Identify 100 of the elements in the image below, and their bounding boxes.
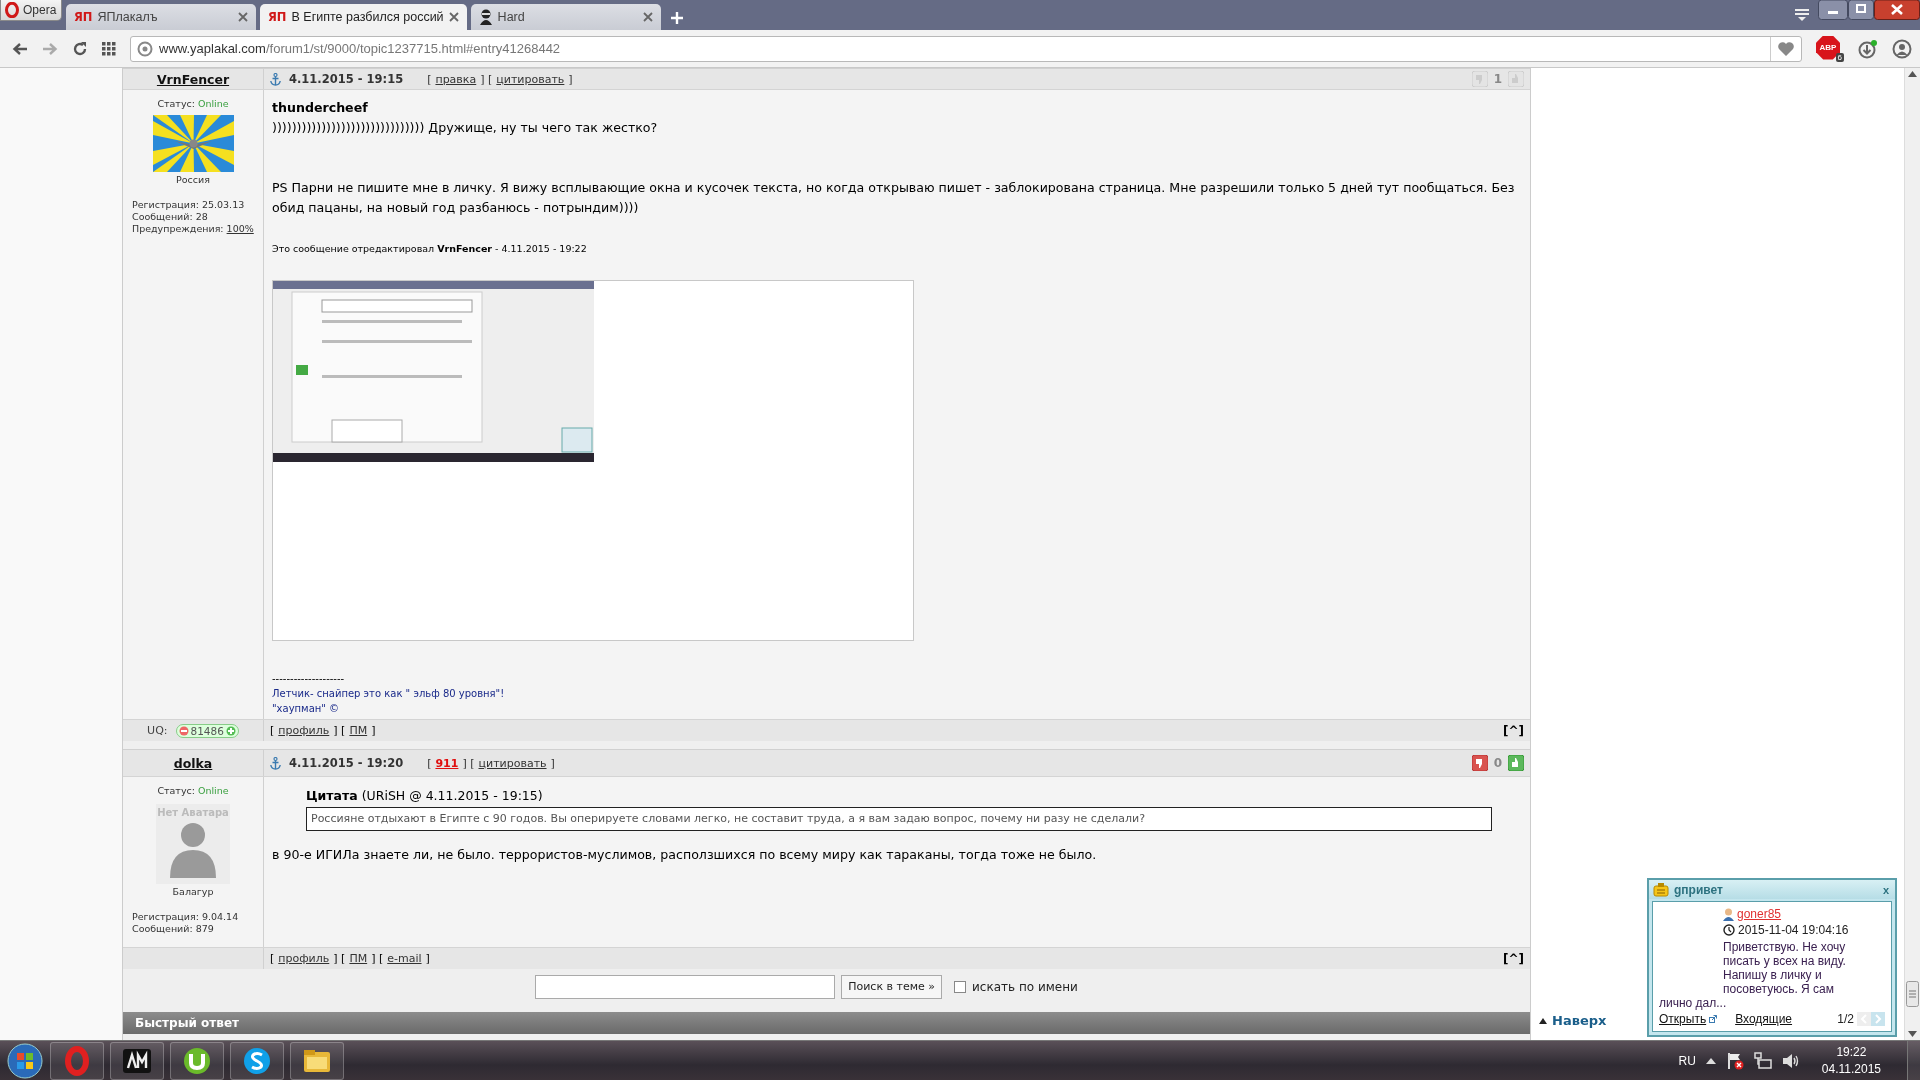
minus-icon[interactable]: [178, 725, 189, 736]
bracket: [: [270, 724, 275, 737]
inbox-link[interactable]: Входящие: [1735, 1012, 1793, 1026]
vote-count: 1: [1493, 72, 1502, 86]
taskbar-app-button[interactable]: [290, 1042, 344, 1080]
external-link-icon: [1709, 1015, 1718, 1023]
quote-source: Цитата (URiSH @ 4.11.2015 - 19:15): [306, 787, 544, 805]
post-link[interactable]: ПМ: [349, 724, 368, 737]
site-logo: ЯП: [268, 10, 287, 24]
message-time: 2015-11-04 19:04:16: [1738, 922, 1849, 938]
action-center-icon[interactable]: [1725, 1052, 1744, 1070]
status-label: Статус:: [157, 785, 196, 796]
user-rank: Россия: [176, 174, 210, 185]
bracket: ]: [568, 72, 573, 86]
address-field[interactable]: www.yaplakal.com/forum1/st/9000/topic1237715.html#entry41268442: [130, 35, 1802, 62]
user-rank: Балагур: [172, 886, 214, 897]
close-icon[interactable]: [1874, 0, 1920, 20]
user-icon: [1723, 907, 1734, 921]
clock[interactable]: 19:22 04.11.2015: [1821, 1044, 1881, 1078]
back-to-top-link[interactable]: [^]: [1502, 951, 1524, 966]
browser-tab[interactable]: ЯП ЯПлакалъ: [66, 4, 256, 30]
checkbox[interactable]: [954, 980, 966, 993]
signature-text: Летчик- снайпер это как " эльф 80 уровня"!: [272, 687, 506, 701]
post-link[interactable]: цитировать: [478, 756, 547, 770]
site-logo: ЯП: [74, 10, 93, 24]
post-link[interactable]: цитировать: [496, 72, 565, 86]
scroll-up-icon[interactable]: [1908, 71, 1917, 77]
post-date: 4.11.2015 - 19:15: [289, 72, 404, 86]
user-stat: Регистрация: 9.04.14: [132, 911, 239, 922]
post-link[interactable]: e-mail: [387, 952, 422, 965]
volume-icon[interactable]: [1781, 1052, 1800, 1070]
user-stat: Сообщений: 879: [132, 923, 214, 934]
bracket: [: [270, 952, 275, 965]
back-icon[interactable]: [12, 41, 28, 56]
reload-icon[interactable]: [72, 40, 88, 57]
taskbar-app-button[interactable]: [110, 1042, 164, 1080]
post-link[interactable]: правка: [435, 72, 477, 86]
speed-dial-icon[interactable]: [102, 41, 116, 56]
user-stat: Сообщений: 28: [132, 211, 208, 222]
scrollbar[interactable]: [1904, 68, 1920, 1040]
post-link[interactable]: профиль: [278, 724, 330, 737]
message-text: в 90-е ИГИЛа знаете ли, не было. террористов-муслимов, расползшихся по всему миру как тараканы, тогда тоже не было.: [272, 846, 1098, 864]
report-link[interactable]: 911: [435, 756, 459, 770]
thumbs-up-icon[interactable]: [1508, 755, 1524, 771]
account-icon[interactable]: [1892, 38, 1912, 59]
addressee-name: thundercheef: [272, 99, 369, 117]
popup-close-button[interactable]: x: [1882, 883, 1889, 896]
back-to-top-link[interactable]: [^]: [1502, 723, 1524, 738]
page-counter: 1/2: [1837, 1012, 1854, 1026]
menu-icon[interactable]: [1794, 8, 1810, 22]
show-hidden-icon[interactable]: [1705, 1058, 1716, 1064]
post-link[interactable]: ПМ: [349, 952, 368, 965]
network-icon[interactable]: [1753, 1052, 1772, 1070]
scroll-down-icon[interactable]: [1908, 1031, 1917, 1037]
url-text: www.yaplakal.com/forum1/st/9000/topic1237715.html#entry41268442: [159, 41, 561, 56]
warnings-link[interactable]: 100%: [226, 223, 254, 234]
close-icon[interactable]: [448, 12, 459, 22]
checkbox-label: искать по имени: [972, 979, 1078, 994]
stat-label: Предупреждения:: [132, 223, 225, 234]
online-status: Online: [197, 98, 229, 109]
author-link[interactable]: dolka: [173, 755, 213, 771]
download-icon[interactable]: [1858, 38, 1878, 59]
bracket: [: [427, 756, 432, 770]
taskbar-app-button[interactable]: [170, 1042, 224, 1080]
language-indicator[interactable]: RU: [1678, 1054, 1696, 1068]
karma-label: UQ:: [147, 724, 168, 737]
taskbar-app-button[interactable]: [230, 1042, 284, 1080]
bracket: ]: [550, 756, 555, 770]
vote-count: 0: [1493, 756, 1502, 770]
opera-menu-button[interactable]: Opera: [0, 0, 62, 21]
popup-title: gпривет: [1674, 882, 1723, 897]
new-tab-icon[interactable]: [670, 12, 683, 24]
back-to-top-link[interactable]: Наверх: [1539, 1013, 1607, 1028]
anchor-icon[interactable]: [270, 72, 281, 86]
search-field[interactable]: [535, 974, 836, 999]
browser-tab[interactable]: Hard: [470, 4, 661, 30]
quick-reply-bar[interactable]: Быстрый ответ: [123, 1012, 1530, 1034]
scroll-thumb[interactable]: [1906, 981, 1919, 1007]
clock-icon: [1723, 924, 1735, 936]
online-status: Online: [197, 785, 229, 796]
post-link[interactable]: профиль: [278, 952, 330, 965]
author-link[interactable]: VrnFencer: [156, 71, 230, 87]
up-triangle-icon: [1539, 1017, 1547, 1024]
thumbs-down-icon[interactable]: [1471, 755, 1488, 771]
site-info-icon[interactable]: [137, 40, 153, 57]
signature-divider: --------------------: [272, 672, 346, 686]
heart-icon[interactable]: [1777, 40, 1795, 57]
start-button[interactable]: [6, 1042, 44, 1080]
search-button[interactable]: Поиск в теме »: [841, 974, 942, 999]
bracket: [: [427, 72, 432, 86]
maximize-icon[interactable]: [1848, 0, 1874, 20]
open-link[interactable]: Открыть: [1659, 1012, 1718, 1026]
bracket: ] [: [371, 952, 384, 965]
minimize-icon[interactable]: [1818, 0, 1848, 20]
edit-note: Это сообщение отредактировал VrnFencer - 4.11.2015 - 19:22: [272, 242, 588, 256]
browser-tab[interactable]: ЯП В Египте разбился россий: [260, 4, 467, 30]
status-label: Статус:: [157, 98, 196, 109]
sender-link[interactable]: goner85: [1737, 906, 1782, 922]
anchor-icon[interactable]: [270, 756, 281, 770]
bracket: ] [: [333, 952, 346, 965]
